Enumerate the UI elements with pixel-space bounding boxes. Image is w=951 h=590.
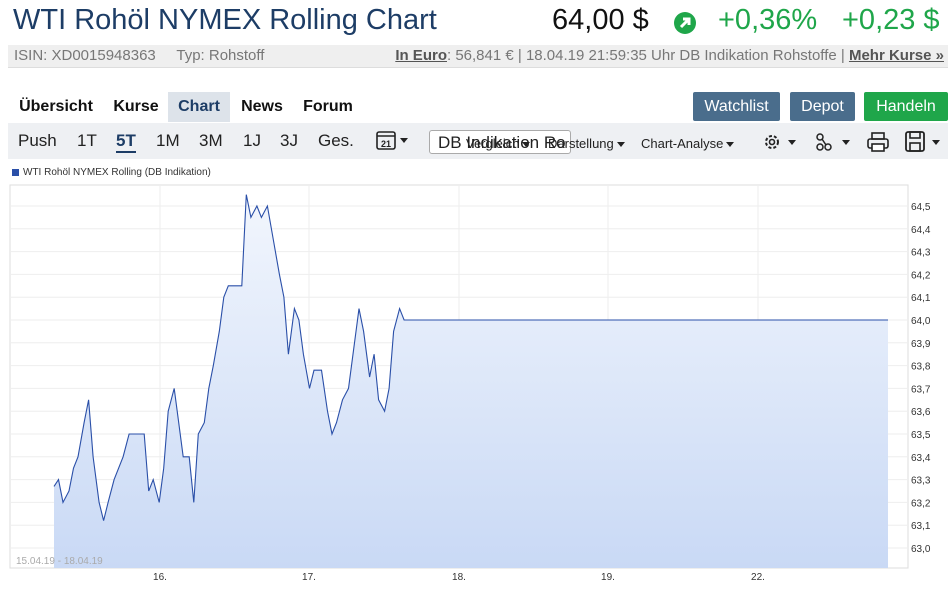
info-bar: ISIN: XD0015948363 Typ: Rohstoff In Euro… (8, 45, 948, 68)
chart-legend: WTI Rohöl NYMEX Rolling (DB Indikation) (12, 167, 211, 178)
legend-label: WTI Rohöl NYMEX Rolling (DB Indikation) (23, 167, 211, 178)
y-tick-label: 63,2 (911, 498, 931, 509)
range-1j[interactable]: 1J (243, 131, 261, 151)
y-tick-label: 64,1 (911, 293, 931, 304)
x-tick-label: 16. (153, 572, 167, 583)
caret-down-icon (616, 142, 625, 148)
y-tick-label: 63,7 (911, 384, 931, 395)
quote-header: WTI Rohöl NYMEX Rolling Chart 64,00 $ +0… (0, 0, 951, 44)
tab-forum[interactable]: Forum (298, 92, 358, 122)
y-tick-label: 63,9 (911, 339, 931, 350)
page-title: WTI Rohöl NYMEX Rolling Chart (13, 4, 437, 36)
calendar-icon[interactable]: 21 (376, 129, 410, 156)
tab-chart[interactable]: Chart (168, 92, 230, 122)
x-tick-label: 19. (601, 572, 615, 583)
y-tick-label: 63,0 (911, 544, 931, 555)
range-ges[interactable]: Ges. (318, 131, 354, 151)
quote-change-absolute: +0,23 $ (842, 4, 940, 36)
range-3m[interactable]: 3M (199, 131, 223, 151)
darstellung-label: Darstellung (548, 136, 614, 151)
caret-down-icon (522, 142, 531, 148)
print-icon[interactable] (866, 131, 890, 158)
tab-kurse[interactable]: Kurse (108, 92, 164, 122)
compare-menu[interactable]: Vergleich (466, 136, 531, 151)
y-tick-label: 63,5 (911, 430, 931, 441)
isin-label: ISIN: XD0015948363 (14, 47, 156, 64)
legend-swatch (12, 168, 19, 176)
x-tick-label: 17. (302, 572, 316, 583)
compare-label: Vergleich (466, 136, 520, 151)
price-chart[interactable]: 63,0 63,1 63,2 63,3 63,4 63,5 63,6 63,7 63,8 63,9… (0, 180, 951, 590)
quote-price: 64,00 $ (552, 4, 649, 36)
date-range-label: 15.04.19 - 18.04.19 (16, 556, 103, 567)
chart-toolbar: Push 1T 5T 1M 3M 1J 3J Ges. 21 DB Indika… (8, 123, 948, 159)
in-euro-link[interactable]: In Euro (395, 47, 447, 64)
range-3j[interactable]: 3J (280, 131, 298, 151)
arrow-up-icon (674, 12, 696, 34)
y-axis: 63,0 63,1 63,2 63,3 63,4 63,5 63,6 63,7 63,8 63,9… (911, 202, 931, 555)
handeln-button[interactable]: Handeln (864, 92, 948, 121)
range-push[interactable]: Push (18, 131, 57, 151)
y-tick-label: 64,4 (911, 225, 931, 236)
y-tick-label: 64,0 (911, 316, 931, 327)
x-tick-label: 18. (452, 572, 466, 583)
range-1t[interactable]: 1T (77, 131, 97, 151)
darstellung-menu[interactable]: Darstellung (548, 136, 625, 151)
chart-analyse-menu[interactable]: Chart-Analyse (641, 136, 735, 151)
x-axis: 16. 17. 18. 19. 22. (153, 572, 765, 583)
settings-gear-icon[interactable] (762, 131, 800, 158)
y-tick-label: 64,2 (911, 270, 931, 281)
depot-button[interactable]: Depot (790, 92, 855, 121)
euro-price-text: : 56,841 € | 18.04.19 21:59:35 Uhr DB In… (446, 47, 845, 64)
type-label: Typ: Rohstoff (176, 47, 265, 64)
indicators-icon[interactable] (814, 131, 854, 158)
y-tick-label: 63,1 (911, 521, 931, 532)
y-tick-label: 63,3 (911, 476, 931, 487)
save-disk-icon[interactable] (904, 131, 944, 158)
price-area (54, 194, 888, 568)
caret-down-icon (726, 142, 735, 148)
chart-analyse-label: Chart-Analyse (641, 136, 724, 151)
range-5t[interactable]: 5T (116, 131, 136, 153)
calendar-day: 21 (381, 139, 391, 149)
y-tick-label: 64,5 (911, 202, 931, 213)
x-tick-label: 22. (751, 572, 765, 583)
tab-news[interactable]: News (236, 92, 288, 122)
y-tick-label: 63,6 (911, 407, 931, 418)
more-quotes-link[interactable]: Mehr Kurse » (849, 47, 944, 64)
y-tick-label: 63,8 (911, 362, 931, 373)
range-1m[interactable]: 1M (156, 131, 180, 151)
tab-uebersicht[interactable]: Übersicht (12, 92, 100, 122)
watchlist-button[interactable]: Watchlist (693, 92, 780, 121)
y-tick-label: 63,4 (911, 453, 931, 464)
quote-change-percent: +0,36% (718, 4, 818, 36)
y-tick-label: 64,3 (911, 248, 931, 259)
